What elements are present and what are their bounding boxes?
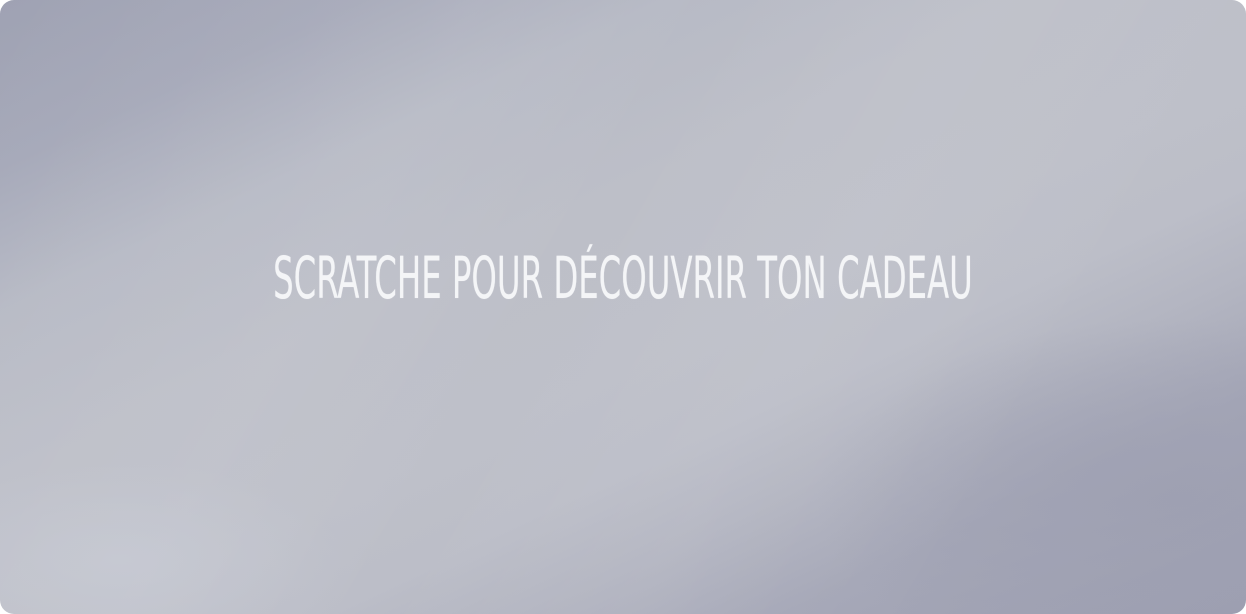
- scratch-card-surface[interactable]: SCRATCHE POUR DÉCOUVRIR TON CADEAU: [0, 0, 1246, 614]
- scratch-prompt-text: SCRATCHE POUR DÉCOUVRIR TON CADEAU: [273, 244, 973, 312]
